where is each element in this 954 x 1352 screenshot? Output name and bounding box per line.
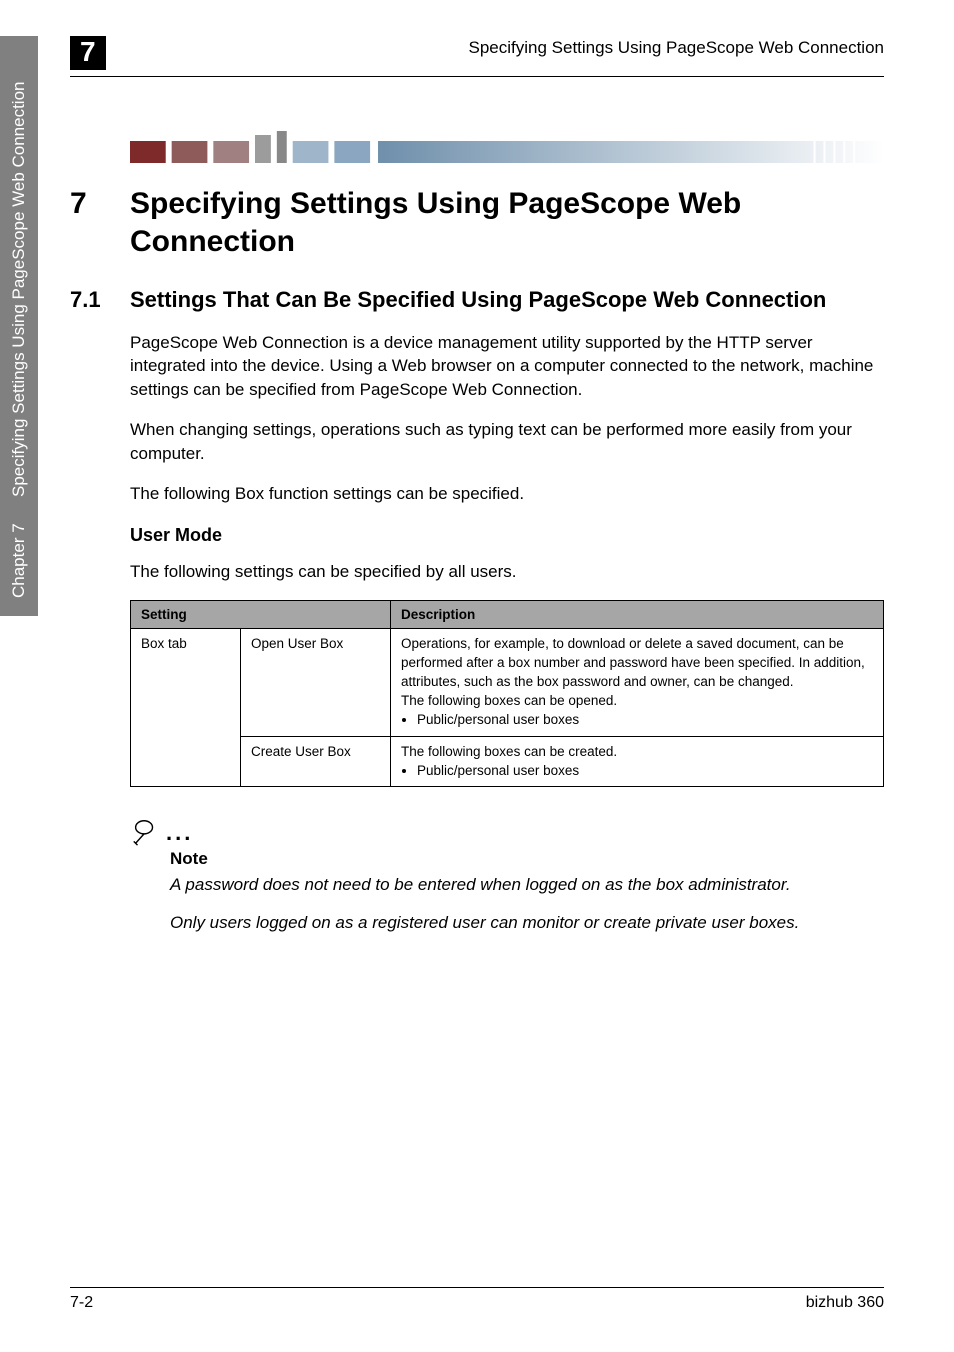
paragraph-1: PageScope Web Connection is a device man… — [130, 331, 884, 402]
subhead-intro: The following settings can be specified … — [130, 560, 884, 584]
note-dots: ... — [166, 822, 193, 847]
section-title: 7.1 Settings That Can Be Specified Using… — [130, 286, 884, 315]
note-text-2: Only users logged on as a registered use… — [170, 911, 884, 935]
header-rule — [70, 76, 884, 77]
th-setting: Setting — [131, 601, 391, 629]
page-number-badge: 7 — [70, 36, 106, 70]
paragraph-2: When changing settings, operations such … — [130, 418, 884, 466]
bullet-list-1: Public/personal user boxes — [417, 711, 873, 730]
note-text-1: A password does not need to be entered w… — [170, 873, 884, 897]
footer-page-num: 7-2 — [70, 1294, 93, 1312]
section-number: 7.1 — [70, 286, 130, 315]
chapter-title: 7 Specifying Settings Using PageScope We… — [130, 185, 884, 260]
bullet-item: Public/personal user boxes — [417, 711, 873, 730]
section-title-text: Settings That Can Be Specified Using Pag… — [130, 286, 884, 315]
table-row: Create User Box The following boxes can … — [131, 736, 884, 787]
note-label: Note — [170, 849, 884, 869]
cell-sub-create: Create User Box — [241, 736, 391, 787]
desc-text-1a: Operations, for example, to download or … — [401, 636, 865, 689]
footer-model: bizhub 360 — [806, 1294, 884, 1312]
chapter-number: 7 — [70, 185, 130, 223]
desc-text-2a: The following boxes can be created. — [401, 744, 617, 759]
note-icon-row: ... — [130, 817, 884, 847]
cell-desc-create: The following boxes can be created. Publ… — [391, 736, 884, 787]
note-block: ... Note A password does not need to be … — [130, 817, 884, 935]
paragraph-3: The following Box function settings can … — [130, 482, 884, 506]
desc-text-1b: The following boxes can be opened. — [401, 693, 617, 708]
note-icon — [130, 817, 160, 847]
table-row: Box tab Open User Box Operations, for ex… — [131, 629, 884, 736]
bullet-list-2: Public/personal user boxes — [417, 762, 873, 781]
subhead-user-mode: User Mode — [130, 525, 884, 546]
cell-sub-open: Open User Box — [241, 629, 391, 736]
gradient-bars-icon — [130, 131, 884, 163]
chapter-title-text: Specifying Settings Using PageScope Web … — [130, 185, 884, 260]
th-description: Description — [391, 601, 884, 629]
settings-table: Setting Description Box tab Open User Bo… — [130, 600, 884, 787]
table-header-row: Setting Description — [131, 601, 884, 629]
bullet-item: Public/personal user boxes — [417, 762, 873, 781]
page-header: 7 Specifying Settings Using PageScope We… — [70, 36, 884, 70]
decorative-bar — [130, 117, 884, 163]
cell-setting: Box tab — [131, 629, 241, 787]
cell-desc-open: Operations, for example, to download or … — [391, 629, 884, 736]
running-head: Specifying Settings Using PageScope Web … — [124, 36, 884, 58]
page-footer: 7-2 bizhub 360 — [70, 1287, 884, 1312]
